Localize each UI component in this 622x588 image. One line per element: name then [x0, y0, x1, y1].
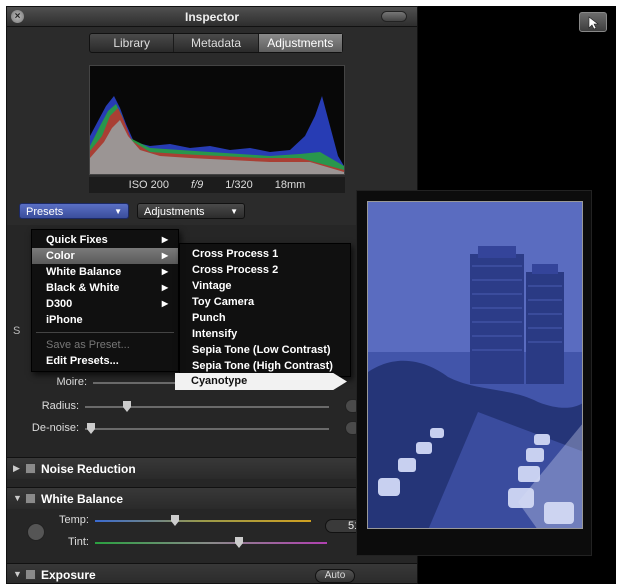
chevron-right-icon: ▶	[161, 235, 168, 244]
temp-label: Temp:	[59, 514, 89, 526]
exif-bar: ISO 200 f/9 1/320 18mm	[89, 177, 345, 193]
white-balance-title: White Balance	[41, 492, 124, 506]
menu-item-label: White Balance	[46, 266, 122, 278]
presets-menu: Quick Fixes ▶ Color ▶ White Balance ▶ Bl…	[31, 229, 179, 372]
inspector-titlebar: × Inspector	[7, 7, 417, 27]
tint-knob[interactable]	[235, 537, 243, 548]
menu-item-d300[interactable]: D300 ▶	[32, 296, 178, 312]
pointer-tool-button[interactable]	[579, 12, 607, 32]
triangle-icon[interactable]: ▶	[13, 463, 20, 474]
menu-item-cross-process-1[interactable]: Cross Process 1	[180, 246, 350, 262]
exif-aperture: f/9	[191, 179, 204, 191]
denoise-slider[interactable]: De-noise:	[32, 421, 329, 437]
histogram-graph	[90, 96, 344, 174]
menu-item-cross-process-2[interactable]: Cross Process 2	[180, 262, 350, 278]
partial-label: S	[13, 325, 21, 337]
menu-item-save-as-preset: Save as Preset...	[46, 339, 130, 351]
menu-item-label: Quick Fixes	[46, 234, 108, 246]
noise-reduction-title: Noise Reduction	[41, 462, 136, 476]
triangle-icon[interactable]: ▼	[13, 569, 22, 579]
menu-item-iphone[interactable]: iPhone	[32, 312, 178, 328]
menu-item-label: Black & White	[46, 282, 120, 294]
presets-dropdown[interactable]: Presets ▼	[19, 203, 129, 219]
moire-label: Moire:	[56, 376, 87, 388]
chevron-right-icon: ▶	[161, 251, 168, 260]
tint-track	[95, 542, 327, 544]
inspector-title: Inspector	[184, 10, 239, 24]
adjustments-label: Adjustments	[144, 206, 205, 218]
menu-item-sepia-high[interactable]: Sepia Tone (High Contrast)	[180, 358, 350, 374]
chevron-down-icon: ▼	[230, 207, 238, 216]
denoise-label: De-noise:	[31, 422, 79, 434]
chevron-right-icon: ▶	[161, 299, 168, 308]
auto-button[interactable]: Auto	[315, 569, 355, 583]
white-balance-checkbox[interactable]	[25, 493, 36, 504]
menu-item-black-white[interactable]: Black & White ▶	[32, 280, 178, 296]
temp-track	[95, 520, 311, 522]
menu-item-label: Color	[46, 250, 75, 262]
menu-item-vintage[interactable]: Vintage	[180, 278, 350, 294]
radius-slider[interactable]: Radius:	[42, 399, 329, 415]
menu-item-label: iPhone	[46, 314, 83, 326]
radius-track	[85, 406, 329, 408]
menu-item-sepia-low[interactable]: Sepia Tone (Low Contrast)	[180, 342, 350, 358]
exif-iso: ISO 200	[128, 179, 170, 191]
menu-item-intensify[interactable]: Intensify	[180, 326, 350, 342]
temp-slider[interactable]: Temp:	[59, 513, 311, 529]
cursor-icon	[588, 16, 599, 30]
menu-item-label: D300	[46, 298, 73, 310]
section-exposure[interactable]: ▼ Exposure	[7, 563, 417, 583]
adjustments-dropdown[interactable]: Adjustments ▼	[137, 203, 245, 219]
inspector-tabs: Library Metadata Adjustments	[89, 33, 343, 53]
collapse-button[interactable]	[381, 11, 407, 22]
radius-label: Radius:	[41, 400, 79, 412]
tint-slider[interactable]: Tint:	[68, 535, 327, 551]
preset-preview-window	[356, 190, 592, 556]
menu-separator	[36, 332, 174, 333]
tab-metadata[interactable]: Metadata	[174, 34, 259, 52]
color-submenu: Cross Process 1 Cross Process 2 Vintage …	[179, 243, 351, 377]
exposure-checkbox[interactable]	[25, 569, 36, 580]
menu-item-punch[interactable]: Punch	[180, 310, 350, 326]
tab-library[interactable]: Library	[90, 34, 175, 52]
chevron-down-icon: ▼	[114, 207, 122, 216]
menu-item-white-balance[interactable]: White Balance ▶	[32, 264, 178, 280]
menu-item-color[interactable]: Color ▶	[32, 248, 178, 264]
menu-item-quick-fixes[interactable]: Quick Fixes ▶	[32, 232, 178, 248]
cyanotype-photo	[368, 202, 582, 528]
exif-shutter: 1/320	[225, 179, 253, 191]
radius-knob[interactable]	[123, 401, 131, 412]
noise-reduction-checkbox[interactable]	[25, 463, 36, 474]
eyedropper-icon[interactable]	[27, 523, 45, 541]
menu-item-cyanotype[interactable]: Cyanotype	[175, 373, 347, 390]
tint-label: Tint:	[68, 536, 89, 548]
preview-image	[367, 201, 583, 529]
tab-adjustments[interactable]: Adjustments	[258, 34, 342, 52]
menu-item-edit-presets[interactable]: Edit Presets...	[32, 353, 178, 369]
chevron-right-icon: ▶	[161, 283, 168, 292]
exif-focal-length: 18mm	[274, 179, 306, 191]
denoise-knob[interactable]	[87, 423, 95, 434]
histogram	[89, 65, 345, 175]
chevron-right-icon: ▶	[161, 267, 168, 276]
denoise-track	[85, 428, 329, 430]
triangle-icon[interactable]: ▼	[13, 493, 22, 503]
temp-knob[interactable]	[171, 515, 179, 526]
exposure-title: Exposure	[41, 568, 96, 582]
presets-label: Presets	[26, 206, 64, 218]
menu-item-toy-camera[interactable]: Toy Camera	[180, 294, 350, 310]
